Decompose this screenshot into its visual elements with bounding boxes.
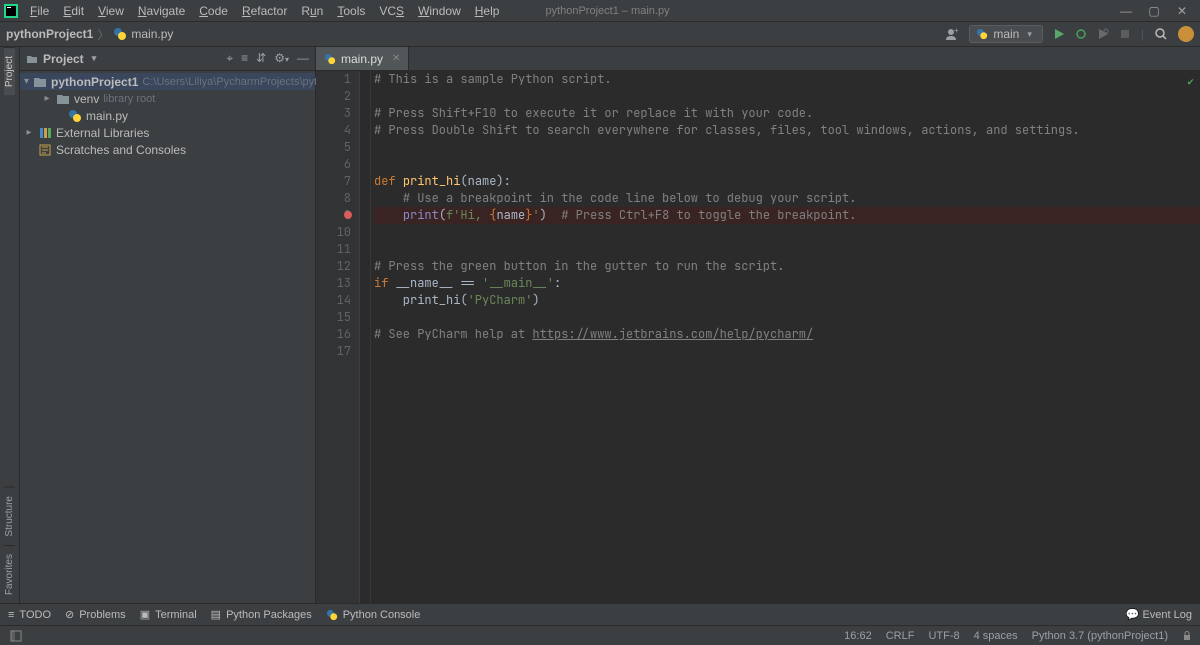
- editor-tab-label: main.py: [341, 52, 383, 66]
- folder-icon: [33, 75, 47, 89]
- hide-panel-icon[interactable]: —: [297, 51, 309, 66]
- app-icon: [4, 4, 18, 18]
- left-tool-strip: Project Structure Favorites: [0, 47, 20, 603]
- breadcrumb-project[interactable]: pythonProject1: [6, 27, 93, 41]
- breadcrumb-file[interactable]: main.py: [131, 27, 173, 41]
- project-tool-window: Project ▾ ⌖ ≡ ⇵ ⚙▾ — ▾ pyt: [20, 47, 316, 603]
- scratches-icon: [38, 143, 52, 157]
- project-tree: ▾ pythonProject1 C:\Users\Liliya\Pycharm…: [20, 71, 315, 160]
- debug-icon[interactable]: [1075, 28, 1087, 40]
- stop-icon[interactable]: [1119, 28, 1131, 40]
- python-file-icon: [324, 53, 336, 65]
- collapse-all-icon[interactable]: ⇵: [256, 51, 266, 66]
- python-console-icon: [326, 609, 338, 621]
- gear-icon[interactable]: ⚙▾: [274, 51, 289, 66]
- window-title: pythonProject1 – main.py: [545, 5, 669, 17]
- folder-icon: [26, 53, 38, 65]
- chevron-down-icon: ▾: [1027, 29, 1032, 40]
- editor-tab-main-py[interactable]: main.py ✕: [316, 47, 409, 70]
- library-icon: [38, 126, 52, 140]
- add-user-icon[interactable]: +: [945, 27, 959, 41]
- tool-event-log[interactable]: 💬 Event Log: [1126, 608, 1192, 621]
- chevron-down-icon[interactable]: ▾: [92, 53, 97, 64]
- status-indent[interactable]: 4 spaces: [974, 630, 1018, 642]
- menu-code[interactable]: CodeCode: [193, 2, 234, 20]
- python-file-icon: [113, 27, 127, 41]
- todo-icon: ≡: [8, 609, 14, 621]
- packages-icon: ▤: [211, 608, 221, 621]
- bottom-tool-bar: ≡ TODO ⊘ Problems ▣ Terminal ▤ Python Pa…: [0, 603, 1200, 625]
- menu-vcs[interactable]: VCSVCS: [373, 2, 410, 20]
- status-left-icon[interactable]: [10, 630, 22, 642]
- tool-python-packages[interactable]: ▤ Python Packages: [211, 608, 312, 621]
- editor-gutter[interactable]: 1 2 3 4 5 6 7 8 9 10 11 12 13 14 15 16 1: [316, 71, 360, 603]
- run-config-selector[interactable]: main ▾: [969, 25, 1043, 43]
- tab-project[interactable]: Project: [4, 47, 15, 95]
- close-button[interactable]: ✕: [1174, 4, 1190, 18]
- tree-node-project-root[interactable]: ▾ pythonProject1 C:\Users\Liliya\Pycharm…: [20, 73, 315, 90]
- python-icon: [976, 28, 988, 40]
- status-line-separator[interactable]: CRLF: [886, 630, 915, 642]
- lock-icon[interactable]: [1182, 631, 1192, 641]
- status-cursor-position[interactable]: 16:62: [844, 630, 872, 642]
- tab-favorites[interactable]: Favorites: [4, 545, 15, 603]
- status-bar: 16:62 CRLF UTF-8 4 spaces Python 3.7 (py…: [0, 625, 1200, 645]
- menu-navigate[interactable]: NavigateNavigate: [132, 2, 191, 20]
- navigation-bar: pythonProject1 〉 main.py + main ▾: [0, 22, 1200, 47]
- menu-run[interactable]: RunRun: [295, 2, 329, 20]
- run-config-label: main: [993, 27, 1019, 41]
- menu-file[interactable]: FFileile: [24, 2, 55, 20]
- status-encoding[interactable]: UTF-8: [928, 630, 959, 642]
- tree-node-scratches[interactable]: • Scratches and Consoles: [20, 141, 315, 158]
- problems-icon: ⊘: [65, 608, 74, 621]
- locate-icon[interactable]: ⌖: [226, 51, 233, 66]
- status-interpreter[interactable]: Python 3.7 (pythonProject1): [1032, 630, 1168, 642]
- svg-text:+: +: [954, 27, 959, 35]
- terminal-icon: ▣: [140, 608, 150, 621]
- editor-area: main.py ✕ ✔ 1 2 3 4 5 6 7 8 9 10: [316, 47, 1200, 603]
- menu-refactor[interactable]: RefactorRefactor: [236, 2, 293, 20]
- tree-node-main-py[interactable]: • main.py: [20, 107, 315, 124]
- tree-node-venv[interactable]: ▸ venv library root: [20, 90, 315, 107]
- tool-todo[interactable]: ≡ TODO: [8, 609, 51, 621]
- folder-icon: [56, 92, 70, 106]
- menu-edit[interactable]: EditEdit: [57, 2, 90, 20]
- breakpoint-marker: 9: [316, 207, 359, 224]
- run-icon[interactable]: [1053, 28, 1065, 40]
- search-icon[interactable]: [1154, 27, 1168, 41]
- code-editor[interactable]: ✔ 1 2 3 4 5 6 7 8 9 10 11 12 13 14 15: [316, 71, 1200, 603]
- menu-view[interactable]: ViewView: [92, 2, 130, 20]
- maximize-button[interactable]: ▢: [1146, 4, 1162, 18]
- tab-structure[interactable]: Structure: [4, 487, 15, 545]
- tool-python-console[interactable]: Python Console: [326, 609, 421, 621]
- python-file-icon: [68, 109, 82, 123]
- run-coverage-icon[interactable]: [1097, 28, 1109, 40]
- tool-problems[interactable]: ⊘ Problems: [65, 608, 126, 621]
- event-log-icon: 💬: [1126, 609, 1140, 621]
- tree-node-external-libraries[interactable]: ▸ External Libraries: [20, 124, 315, 141]
- menu-bar: FFileile EditEdit ViewView NavigateNavig…: [0, 0, 1200, 22]
- menu-tools[interactable]: ToolsTools: [331, 2, 371, 20]
- avatar[interactable]: [1178, 26, 1194, 42]
- menu-help[interactable]: HelpHelp: [469, 2, 506, 20]
- breadcrumb: pythonProject1 〉 main.py: [6, 26, 173, 43]
- close-tab-icon[interactable]: ✕: [392, 53, 400, 64]
- editor-tab-bar: main.py ✕: [316, 47, 1200, 71]
- project-panel-title: Project: [43, 52, 84, 66]
- menu-window[interactable]: WindowWindow: [412, 2, 467, 20]
- expand-all-icon[interactable]: ≡: [241, 51, 248, 66]
- minimize-button[interactable]: —: [1118, 4, 1134, 18]
- tool-terminal[interactable]: ▣ Terminal: [140, 608, 197, 621]
